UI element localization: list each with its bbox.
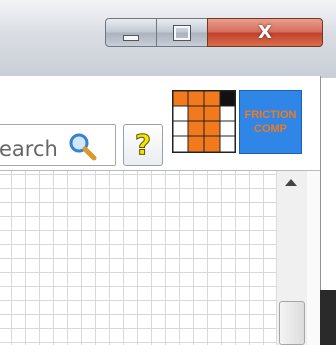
close-icon: X xyxy=(258,22,272,43)
maximize-icon xyxy=(173,24,191,41)
search-input[interactable]: earch xyxy=(0,124,116,166)
search-input-text: earch xyxy=(0,137,58,161)
maximize-button[interactable] xyxy=(156,18,208,47)
caption-buttons: X xyxy=(105,18,323,47)
scroll-thumb[interactable] xyxy=(279,301,305,345)
minimize-button[interactable] xyxy=(105,18,157,47)
dark-edge xyxy=(320,290,336,345)
close-button[interactable]: X xyxy=(207,18,323,47)
vertical-scrollbar[interactable] xyxy=(276,171,308,345)
friction-comp-label-line1: FRICTION xyxy=(244,109,297,121)
minimize-icon xyxy=(123,34,139,41)
scroll-up-arrow-icon[interactable] xyxy=(285,179,297,186)
help-button[interactable]: ? xyxy=(123,124,163,166)
help-icon: ? xyxy=(134,128,152,161)
friction-comp-label-line2: COMP xyxy=(254,123,287,135)
grid-canvas[interactable] xyxy=(0,171,276,345)
grid-pattern-button[interactable] xyxy=(172,90,236,153)
search-icon[interactable] xyxy=(67,131,97,161)
friction-comp-button[interactable]: FRICTION COMP xyxy=(239,90,302,154)
right-edge-panel xyxy=(307,171,320,345)
